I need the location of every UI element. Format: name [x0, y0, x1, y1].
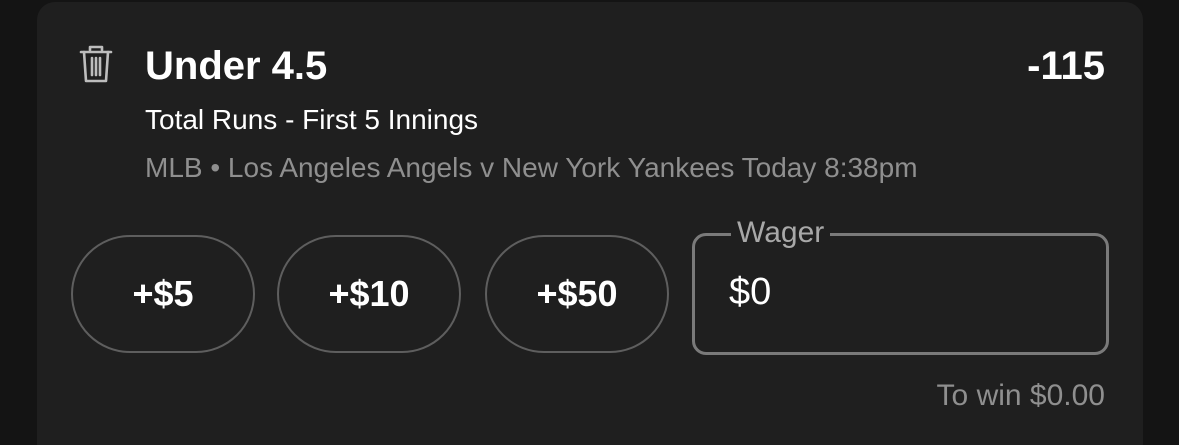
bet-odds: -115: [1027, 44, 1105, 88]
wager-field[interactable]: Wager: [692, 216, 1109, 355]
to-win-amount: To win $0.00: [936, 379, 1105, 412]
bet-selection: Under 4.5: [145, 44, 328, 88]
trash-icon[interactable]: [78, 44, 114, 84]
bet-event-info: MLB • Los Angeles Angels v New York Yank…: [145, 152, 918, 183]
wager-label: Wager: [731, 216, 831, 250]
wager-input[interactable]: [729, 271, 1069, 314]
bet-market: Total Runs - First 5 Innings: [145, 104, 479, 135]
add-5-button[interactable]: +$5: [71, 235, 255, 353]
add-50-button[interactable]: +$50: [485, 235, 669, 353]
add-10-button[interactable]: +$10: [277, 235, 461, 353]
